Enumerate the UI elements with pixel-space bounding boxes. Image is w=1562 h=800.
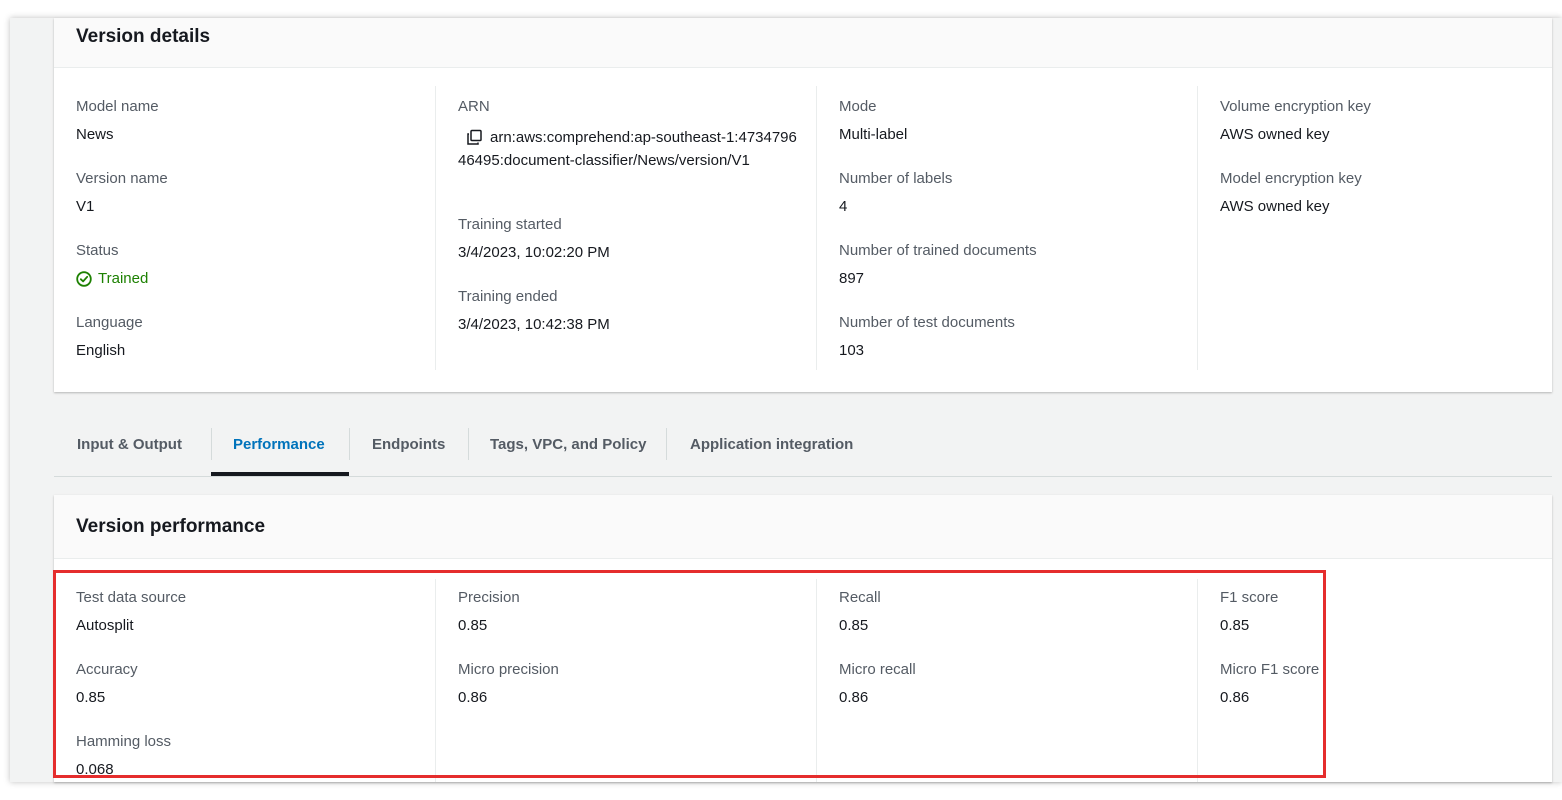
training-started-label: Training started — [458, 216, 562, 233]
version-performance-title: Version performance — [76, 516, 266, 537]
status-field: Status Trained — [76, 242, 148, 288]
status-value: Trained — [76, 270, 148, 288]
hamming-loss-field: Hamming loss 0.068 — [76, 733, 171, 779]
perf-column-1: Test data source Autosplit Accuracy 0.85… — [54, 579, 435, 782]
tab-divider — [666, 428, 667, 460]
language-label: Language — [76, 314, 143, 331]
details-column-3: Mode Multi-label Number of labels 4 Numb… — [816, 86, 1197, 370]
arn-field: ARN arn:aws:comprehend:ap-southeast-1:47… — [458, 98, 798, 172]
version-details-title: Version details — [76, 26, 211, 47]
version-performance-header: Version performance — [54, 495, 1552, 559]
num-test-label: Number of test documents — [839, 314, 1015, 331]
recall-label: Recall — [839, 589, 881, 606]
micro-precision-label: Micro precision — [458, 661, 559, 678]
tab-application-integration[interactable]: Application integration — [690, 410, 853, 468]
tab-divider — [211, 428, 212, 460]
arn-value: arn:aws:comprehend:ap-southeast-1:473479… — [458, 129, 797, 169]
volume-key-field: Volume encryption key AWS owned key — [1220, 98, 1371, 144]
test-source-field: Test data source Autosplit — [76, 589, 186, 635]
num-trained-label: Number of trained documents — [839, 242, 1037, 259]
tab-performance[interactable]: Performance — [233, 410, 325, 468]
model-key-label: Model encryption key — [1220, 170, 1362, 187]
num-trained-field: Number of trained documents 897 — [839, 242, 1037, 288]
micro-f1-field: Micro F1 score 0.86 — [1220, 661, 1319, 707]
micro-recall-value: 0.86 — [839, 689, 869, 706]
precision-label: Precision — [458, 589, 520, 606]
active-tab-indicator — [211, 472, 349, 476]
arn-value-wrap: arn:aws:comprehend:ap-southeast-1:473479… — [458, 126, 798, 172]
precision-value: 0.85 — [458, 617, 488, 634]
training-ended-field: Training ended 3/4/2023, 10:42:38 PM — [458, 288, 610, 334]
num-labels-label: Number of labels — [839, 170, 953, 187]
model-name-label: Model name — [76, 98, 159, 115]
micro-f1-value: 0.86 — [1220, 689, 1250, 706]
mode-value: Multi-label — [839, 126, 908, 143]
status-text: Trained — [98, 270, 149, 287]
training-ended-label: Training ended — [458, 288, 558, 305]
details-column-2: ARN arn:aws:comprehend:ap-southeast-1:47… — [435, 86, 816, 370]
model-key-field: Model encryption key AWS owned key — [1220, 170, 1362, 216]
perf-column-3: Recall 0.85 Micro recall 0.86 — [816, 579, 1197, 782]
model-name-field: Model name News — [76, 98, 159, 144]
model-name-value: News — [76, 126, 114, 143]
mode-field: Mode Multi-label — [839, 98, 907, 144]
accuracy-label: Accuracy — [76, 661, 138, 678]
details-column-1: Model name News Version name V1 Status T… — [54, 86, 435, 370]
hamming-loss-value: 0.068 — [76, 761, 114, 778]
precision-field: Precision 0.85 — [458, 589, 520, 635]
micro-precision-value: 0.86 — [458, 689, 488, 706]
check-circle-icon — [76, 271, 92, 287]
copy-icon[interactable] — [466, 129, 483, 146]
details-column-4: Volume encryption key AWS owned key Mode… — [1197, 86, 1552, 370]
num-trained-value: 897 — [839, 270, 865, 287]
language-value: English — [76, 342, 126, 359]
training-started-value: 3/4/2023, 10:02:20 PM — [458, 244, 610, 261]
language-field: Language English — [76, 314, 143, 360]
f1-score-value: 0.85 — [1220, 617, 1250, 634]
mode-label: Mode — [839, 98, 877, 115]
hamming-loss-label: Hamming loss — [76, 733, 172, 750]
version-name-label: Version name — [76, 170, 168, 187]
accuracy-field: Accuracy 0.85 — [76, 661, 138, 707]
micro-recall-label: Micro recall — [839, 661, 916, 678]
recall-field: Recall 0.85 — [839, 589, 881, 635]
model-key-value: AWS owned key — [1220, 198, 1330, 215]
tab-tags-vpc-policy[interactable]: Tags, VPC, and Policy — [490, 410, 646, 468]
test-source-value: Autosplit — [76, 617, 134, 634]
num-labels-value: 4 — [839, 198, 848, 215]
tab-bar: Input & Output Performance Endpoints Tag… — [54, 410, 1552, 477]
perf-column-2: Precision 0.85 Micro precision 0.86 — [435, 579, 816, 782]
f1-score-field: F1 score 0.85 — [1220, 589, 1278, 635]
test-source-label: Test data source — [76, 589, 187, 606]
volume-key-value: AWS owned key — [1220, 126, 1330, 143]
version-name-field: Version name V1 — [76, 170, 168, 216]
training-started-field: Training started 3/4/2023, 10:02:20 PM — [458, 216, 610, 262]
tab-divider — [468, 428, 469, 460]
version-name-value: V1 — [76, 198, 95, 215]
volume-key-label: Volume encryption key — [1220, 98, 1371, 115]
tab-endpoints[interactable]: Endpoints — [372, 410, 445, 468]
version-details-header: Version details — [54, 18, 1552, 68]
status-label: Status — [76, 242, 119, 259]
micro-precision-field: Micro precision 0.86 — [458, 661, 559, 707]
num-test-field: Number of test documents 103 — [839, 314, 1015, 360]
tab-input-output[interactable]: Input & Output — [77, 410, 182, 468]
num-test-value: 103 — [839, 342, 865, 359]
num-labels-field: Number of labels 4 — [839, 170, 952, 216]
f1-score-label: F1 score — [1220, 589, 1279, 606]
version-details-panel: Version details Model name News Version … — [54, 18, 1552, 392]
micro-f1-label: Micro F1 score — [1220, 661, 1320, 678]
arn-label: ARN — [458, 98, 490, 115]
recall-value: 0.85 — [839, 617, 869, 634]
tab-divider — [349, 428, 350, 460]
perf-column-4: F1 score 0.85 Micro F1 score 0.86 — [1197, 579, 1552, 782]
micro-recall-field: Micro recall 0.86 — [839, 661, 916, 707]
version-performance-panel: Version performance Test data source Aut… — [54, 495, 1552, 782]
training-ended-value: 3/4/2023, 10:42:38 PM — [458, 316, 610, 333]
accuracy-value: 0.85 — [76, 689, 106, 706]
